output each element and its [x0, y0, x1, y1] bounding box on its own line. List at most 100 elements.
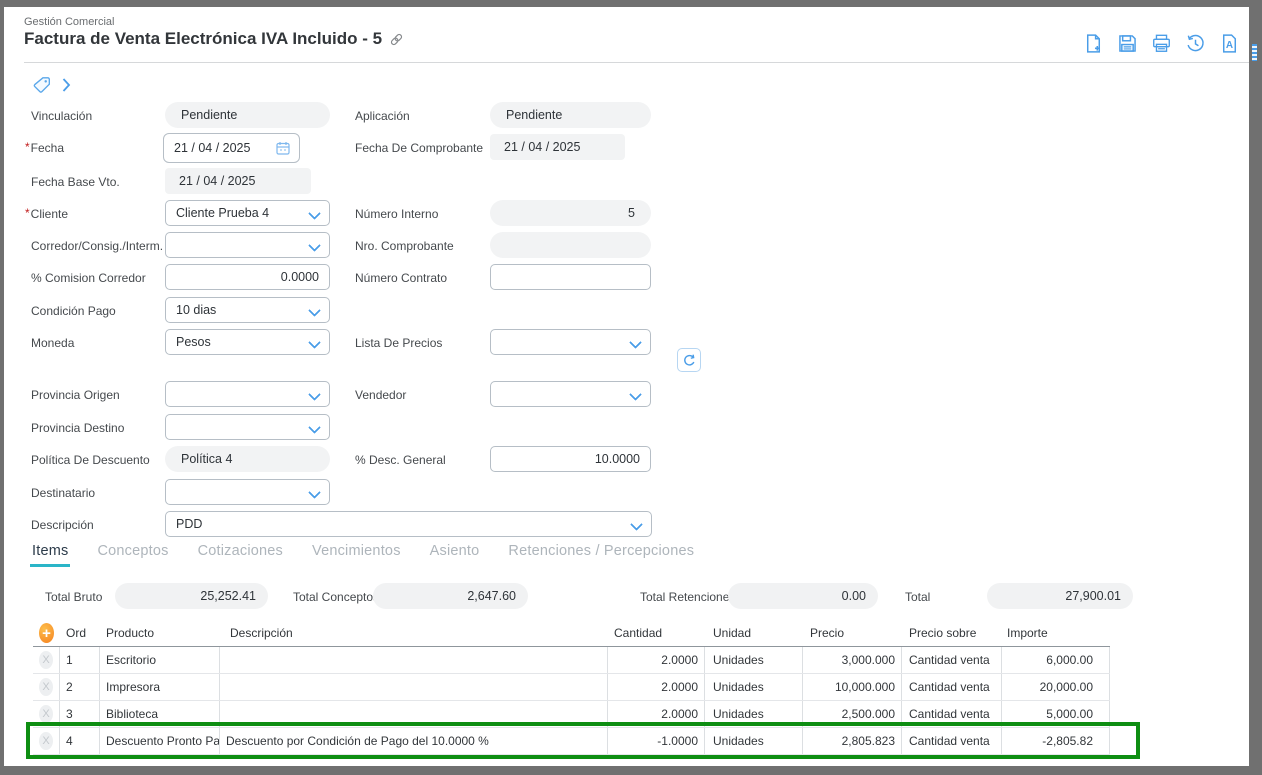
delete-row-button[interactable]: X: [39, 705, 53, 723]
document-text-icon[interactable]: A: [1219, 33, 1240, 54]
nro-comprobante-field: [490, 232, 651, 258]
chevron-down-icon: [308, 388, 321, 401]
calendar-icon[interactable]: [275, 140, 291, 156]
fecha-comprobante-label: Fecha De Comprobante: [355, 141, 483, 155]
producto-cell[interactable]: Descuento Pronto Pago: [100, 728, 220, 754]
link-icon[interactable]: [389, 32, 404, 47]
tab-items[interactable]: Items: [30, 543, 70, 567]
cantidad-cell[interactable]: 2.0000: [608, 647, 705, 673]
table-row: X 3 Biblioteca 2.0000 Unidades 2,500.000…: [33, 701, 1110, 728]
new-document-icon[interactable]: [1083, 33, 1104, 54]
condicion-pago-select[interactable]: 10 dias: [165, 297, 330, 323]
provincia-destino-select[interactable]: [165, 414, 330, 440]
unidad-cell[interactable]: Unidades: [705, 647, 803, 673]
importe-cell[interactable]: 5,000.00: [1002, 701, 1110, 727]
descripcion-select[interactable]: PDD: [165, 511, 652, 537]
chevron-down-icon: [308, 207, 321, 220]
numero-contrato-input[interactable]: [490, 264, 651, 290]
tab-asiento[interactable]: Asiento: [428, 543, 482, 567]
provincia-origen-select[interactable]: [165, 381, 330, 407]
importe-cell[interactable]: -2,805.82: [1002, 728, 1110, 754]
toolbar: A: [1083, 33, 1240, 54]
nro-comprobante-label: Nro. Comprobante: [355, 239, 454, 253]
total-value: 27,900.01: [987, 583, 1133, 609]
breadcrumb: Gestión Comercial: [24, 16, 114, 28]
moneda-select[interactable]: Pesos: [165, 329, 330, 355]
print-icon[interactable]: [1151, 33, 1172, 54]
tab-conceptos[interactable]: Conceptos: [95, 543, 170, 567]
fecha-comprobante-field: 21 / 04 / 2025: [490, 134, 625, 160]
tab-retenciones[interactable]: Retenciones / Percepciones: [506, 543, 696, 567]
precio-cell[interactable]: 2,805.823: [803, 728, 902, 754]
col-importe: Importe: [1002, 620, 1110, 646]
chevron-down-icon: [629, 388, 642, 401]
producto-cell[interactable]: Impresora: [100, 674, 220, 700]
descripcion-cell[interactable]: [220, 701, 608, 727]
col-ord: Ord: [60, 620, 100, 646]
comision-input[interactable]: 0.0000: [165, 264, 330, 290]
precio-sobre-cell[interactable]: Cantidad venta: [902, 728, 1002, 754]
history-icon[interactable]: [1185, 33, 1206, 54]
provincia-origen-label: Provincia Origen: [31, 388, 120, 402]
lista-precios-select[interactable]: [490, 329, 651, 355]
destinatario-select[interactable]: [165, 479, 330, 505]
desc-general-input[interactable]: 10.0000: [490, 446, 651, 472]
tag-icon[interactable]: [33, 76, 51, 94]
tab-vencimientos[interactable]: Vencimientos: [310, 543, 403, 567]
edge-cutoff-element: [1252, 44, 1257, 61]
fecha-input[interactable]: 21 / 04 / 2025: [163, 133, 300, 163]
cantidad-cell[interactable]: -1.0000: [608, 728, 705, 754]
descripcion-label: Descripción: [31, 518, 94, 532]
unidad-cell[interactable]: Unidades: [705, 728, 803, 754]
total-retenciones-label: Total Retenciones: [640, 590, 735, 604]
unidad-cell[interactable]: Unidades: [705, 674, 803, 700]
corredor-select[interactable]: [165, 232, 330, 258]
save-icon[interactable]: [1117, 33, 1138, 54]
precio-sobre-cell[interactable]: Cantidad venta: [902, 701, 1002, 727]
precio-sobre-cell[interactable]: Cantidad venta: [902, 674, 1002, 700]
precio-sobre-cell[interactable]: Cantidad venta: [902, 647, 1002, 673]
cantidad-cell[interactable]: 2.0000: [608, 701, 705, 727]
vendedor-label: Vendedor: [355, 388, 406, 402]
producto-cell[interactable]: Biblioteca: [100, 701, 220, 727]
ord-cell[interactable]: 1: [60, 647, 100, 673]
importe-cell[interactable]: 20,000.00: [1002, 674, 1110, 700]
producto-cell[interactable]: Escritorio: [100, 647, 220, 673]
ord-cell[interactable]: 4: [60, 728, 100, 754]
cliente-select[interactable]: Cliente Prueba 4: [165, 200, 330, 226]
precio-cell[interactable]: 10,000.000: [803, 674, 902, 700]
tab-strip: Items Conceptos Cotizaciones Vencimiento…: [30, 543, 696, 567]
unidad-cell[interactable]: Unidades: [705, 701, 803, 727]
fecha-base-label: Fecha Base Vto.: [31, 175, 120, 189]
delete-row-button[interactable]: X: [39, 732, 53, 750]
table-row: X 2 Impresora 2.0000 Unidades 10,000.000…: [33, 674, 1110, 701]
col-precio-sobre: Precio sobre: [902, 620, 1002, 646]
tab-cotizaciones[interactable]: Cotizaciones: [196, 543, 285, 567]
importe-cell[interactable]: 6,000.00: [1002, 647, 1110, 673]
delete-row-button[interactable]: X: [39, 678, 53, 696]
items-table: + Ord Producto Descripción Cantidad Unid…: [33, 620, 1110, 755]
total-bruto-label: Total Bruto: [45, 590, 102, 604]
refresh-prices-button[interactable]: [677, 348, 701, 372]
provincia-destino-label: Provincia Destino: [31, 421, 124, 435]
descripcion-cell[interactable]: Descuento por Condición de Pago del 10.0…: [220, 728, 608, 754]
vinculacion-label: Vinculación: [31, 109, 92, 123]
col-cantidad: Cantidad: [608, 620, 705, 646]
numero-contrato-label: Número Contrato: [355, 271, 447, 285]
col-descripcion: Descripción: [220, 620, 608, 646]
ord-cell[interactable]: 2: [60, 674, 100, 700]
delete-row-button[interactable]: X: [39, 651, 53, 669]
descripcion-cell[interactable]: [220, 647, 608, 673]
col-producto: Producto: [100, 620, 220, 646]
vendedor-select[interactable]: [490, 381, 651, 407]
corredor-label: Corredor/Consig./Interm.: [31, 239, 163, 253]
cantidad-cell[interactable]: 2.0000: [608, 674, 705, 700]
precio-cell[interactable]: 2,500.000: [803, 701, 902, 727]
invoice-page: Gestión Comercial Factura de Venta Elect…: [0, 0, 1262, 775]
descripcion-cell[interactable]: [220, 674, 608, 700]
header-divider: [24, 62, 1249, 63]
ord-cell[interactable]: 3: [60, 701, 100, 727]
add-row-button[interactable]: +: [39, 623, 54, 643]
expand-chevron-icon[interactable]: [62, 77, 71, 93]
precio-cell[interactable]: 3,000.000: [803, 647, 902, 673]
